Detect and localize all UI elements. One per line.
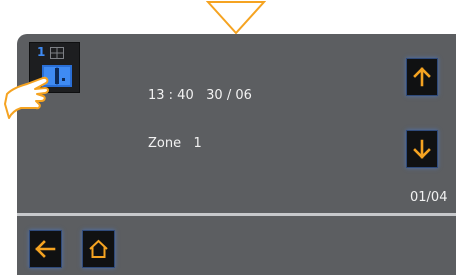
- scroll-up-button[interactable]: [406, 58, 438, 96]
- home-icon: [89, 239, 108, 258]
- arrow-down-icon: [413, 139, 431, 159]
- down-triangle-icon: [206, 1, 266, 35]
- zone-label: Zone: [148, 136, 182, 151]
- zone-value: 1: [193, 136, 202, 151]
- arrow-left-icon: [35, 240, 56, 258]
- divider: [17, 213, 456, 216]
- control-panel-screen: 1 13 : 40 30 / 06 Zone 1 01/04: [4, 34, 456, 275]
- arrow-up-icon: [413, 67, 431, 87]
- back-button[interactable]: [29, 230, 62, 268]
- status-readout: 13 : 40 30 / 06 Zone 1: [148, 56, 252, 184]
- date-readout: 30 / 06: [206, 88, 252, 103]
- home-button[interactable]: [82, 230, 115, 268]
- page-counter: 01/04: [410, 190, 448, 205]
- time-readout: 13 : 40: [148, 88, 194, 103]
- scroll-down-button[interactable]: [406, 130, 438, 168]
- pointing-hand-icon: [4, 76, 49, 119]
- zone-number: 1: [37, 45, 46, 59]
- window-icon: [50, 47, 64, 59]
